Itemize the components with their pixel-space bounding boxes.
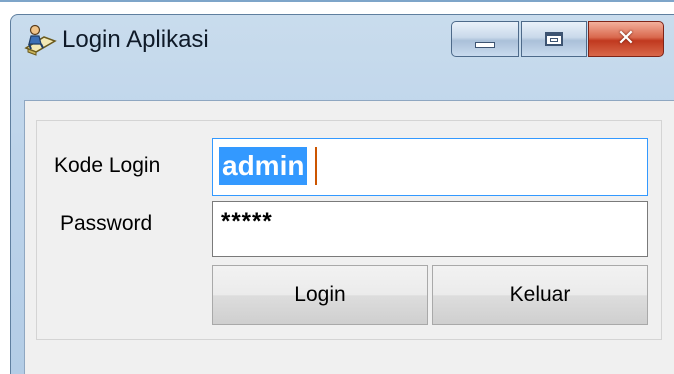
close-button[interactable]: ✕ (588, 21, 664, 57)
kode-login-input[interactable]: admin (212, 138, 648, 196)
password-value: ***** (221, 208, 273, 235)
maximize-button[interactable] (521, 21, 587, 57)
close-icon: ✕ (616, 26, 636, 51)
login-app-icon (24, 24, 57, 56)
password-label: Password (60, 212, 153, 235)
window-title: Login Aplikasi (62, 26, 209, 53)
text-caret (315, 147, 317, 185)
kode-login-label: Kode Login (54, 154, 161, 177)
password-input[interactable]: ***** (212, 201, 648, 257)
kode-login-value: admin (219, 147, 308, 185)
minimize-button[interactable] (451, 21, 519, 57)
keluar-button[interactable]: Keluar (432, 265, 648, 325)
login-button[interactable]: Login (212, 265, 428, 325)
login-window: Login Aplikasi ✕ Kode Login admin Passwo… (0, 0, 674, 374)
window-top-edge (0, 0, 674, 2)
maximize-icon (545, 32, 563, 46)
minimize-icon (475, 42, 495, 48)
